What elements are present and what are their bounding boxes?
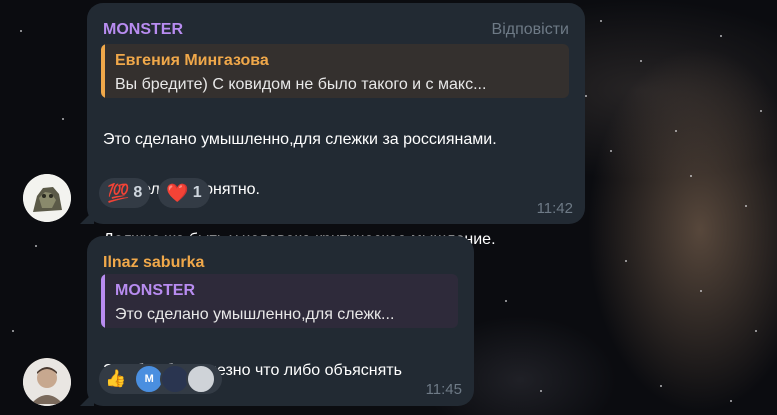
reply-quote[interactable]: MONSTER Это сделано умышленно,для слежк.… [101,274,458,328]
sender-name[interactable]: Ilnaz saburka [103,254,204,272]
quote-accent-bar [101,44,105,98]
sender-avatar[interactable] [23,358,71,406]
reaction-count: 8 [133,184,143,201]
sender-avatar[interactable] [23,174,71,222]
sender-name[interactable]: MONSTER [103,21,183,39]
message-time: 11:45 [425,381,462,398]
reactions-bar: 👍 M [99,364,223,394]
message-bubble[interactable]: MONSTER Відповісти Евгения Мингазова Вы … [87,3,585,248]
reaction-thumbs-up[interactable]: 👍 M [99,364,223,394]
message-line: Это сделано умышленно,для слежки за росс… [103,131,497,148]
quote-text: Это сделано умышленно,для слежк... [115,306,395,323]
reaction-heart[interactable]: ❤️ 1 [158,178,210,208]
quote-text: Вы бредите) С ковидом не было такого и с… [115,76,487,93]
hundred-points-icon: 💯 [107,182,130,203]
quote-accent-bar [101,274,105,328]
reactions-bar: 💯 8 ❤️ 1 [99,178,210,208]
reaction-hundred[interactable]: 💯 8 [99,178,151,208]
quote-author: Евгения Мингазова [115,52,269,69]
quote-author: MONSTER [115,282,195,299]
message-bubble[interactable]: Ilnaz saburka MONSTER Это сделано умышле… [87,236,474,406]
creature-avatar-icon [23,174,71,222]
person-avatar-icon [23,358,71,406]
reply-button[interactable]: Відповісти [492,21,569,39]
message-time: 11:42 [536,200,573,217]
red-heart-icon: ❤️ [166,182,189,203]
reaction-count: 1 [192,184,202,201]
thumbs-up-icon: 👍 [105,369,127,388]
reactor-avatar [186,364,217,394]
reply-quote[interactable]: Евгения Мингазова Вы бредите) С ковидом … [101,44,569,98]
